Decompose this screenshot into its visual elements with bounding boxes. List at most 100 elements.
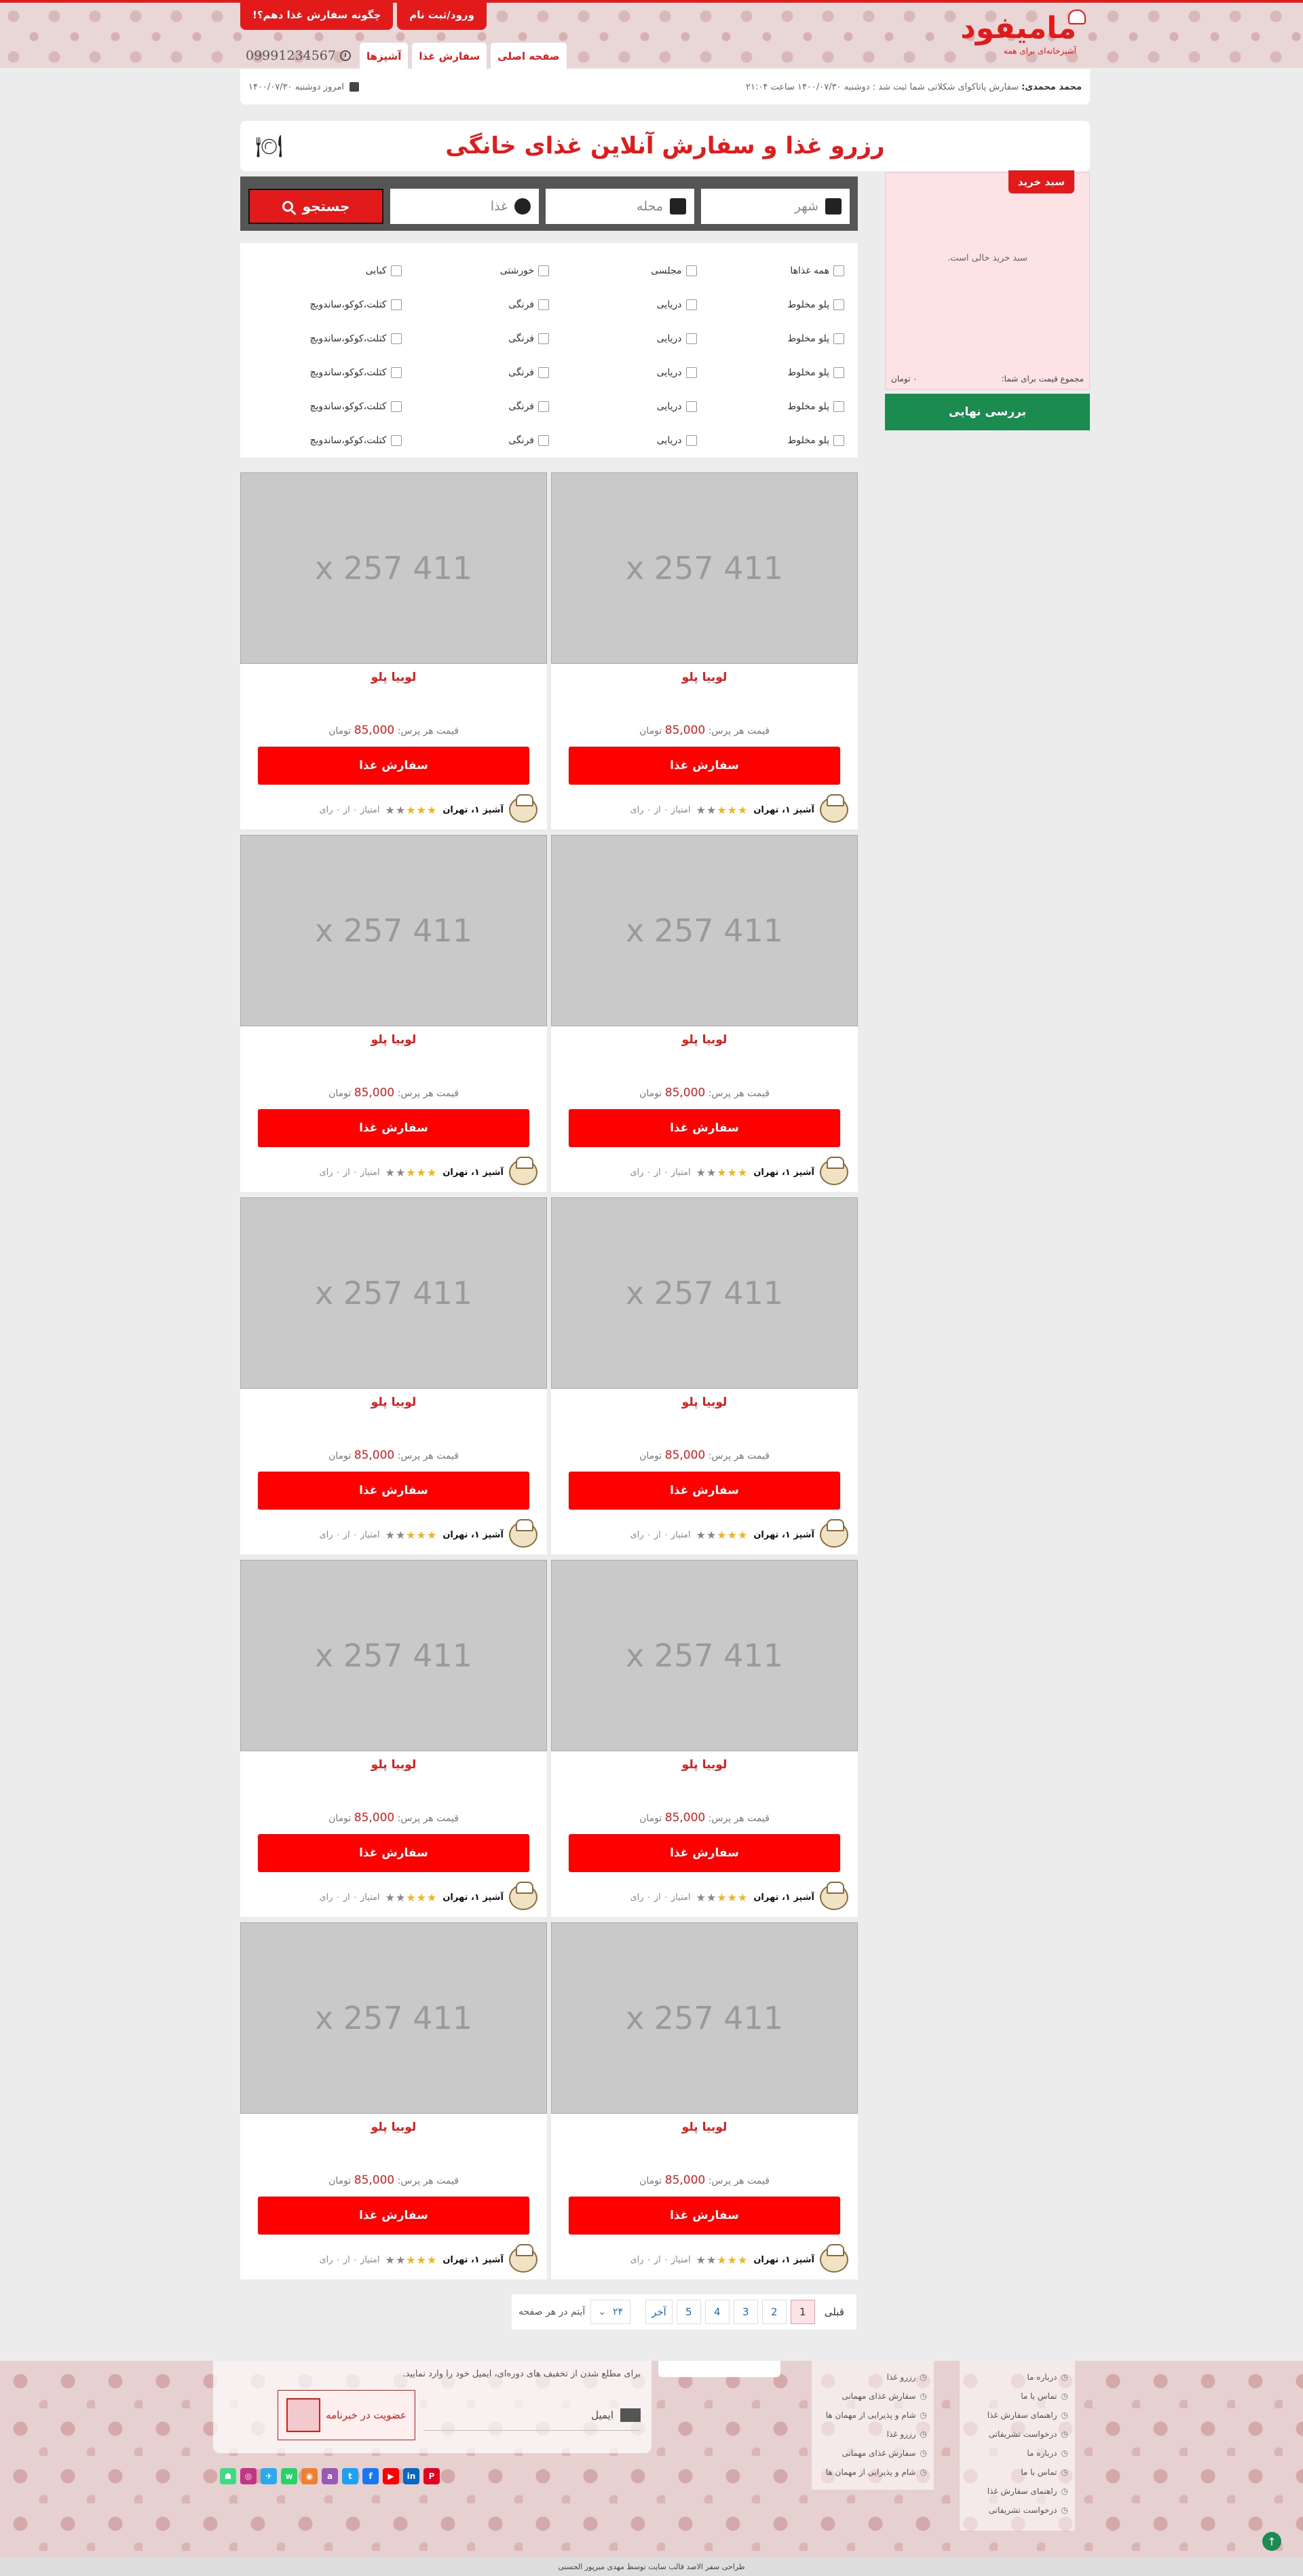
filter-option[interactable]: کتلت،کوکو،ساندویچ [254, 299, 402, 310]
product-image[interactable]: 411 x 257 [551, 1560, 858, 1751]
subscribe-button[interactable]: عضویت در خبرنامه [278, 2390, 415, 2440]
checkbox[interactable] [833, 367, 844, 378]
page-2[interactable]: 2 [761, 2300, 787, 2324]
checkbox[interactable] [685, 333, 697, 344]
product-name[interactable]: لوبیا پلو [240, 1396, 547, 1409]
cook-name[interactable]: آشپز ۱، تهران [442, 1530, 504, 1540]
checkbox[interactable] [390, 299, 402, 310]
youtube-icon[interactable]: ▶ [383, 2468, 399, 2484]
filter-option[interactable]: پلو مخلوط [697, 333, 844, 344]
cook-name[interactable]: آشپز ۱، تهران [442, 2255, 504, 2265]
android-icon[interactable]: ☗ [220, 2468, 236, 2484]
filter-option[interactable]: فرنگی [402, 435, 549, 446]
back-to-top-icon[interactable]: ↑ [1262, 2532, 1281, 2551]
checkbox[interactable] [390, 367, 402, 378]
checkbox[interactable] [538, 435, 549, 446]
footer-link[interactable]: درخواست تشریفاتی [966, 2425, 1068, 2444]
filter-option[interactable]: فرنگی [402, 333, 549, 344]
chef-avatar-icon[interactable] [509, 1882, 537, 1910]
order-food-button[interactable]: سفارش غذا [569, 1834, 840, 1872]
district-select[interactable]: محله [546, 189, 694, 224]
filter-option[interactable]: دریایی [549, 401, 697, 412]
checkbox[interactable] [538, 367, 549, 378]
cook-name[interactable]: آشپز ۱، تهران [442, 805, 504, 815]
product-image[interactable]: 411 x 257 [240, 472, 547, 664]
facebook-icon[interactable]: f [362, 2468, 379, 2484]
footer-link[interactable]: رزرو غذا [818, 2368, 927, 2387]
chef-avatar-icon[interactable] [509, 1519, 537, 1548]
cook-name[interactable]: آشپز ۱، تهران [753, 1892, 814, 1903]
product-name[interactable]: لوبیا پلو [551, 1033, 858, 1047]
footer-link[interactable]: سفارش غذای مهمانی [818, 2444, 927, 2463]
product-name[interactable]: لوبیا پلو [551, 2121, 858, 2134]
order-food-button[interactable]: سفارش غذا [258, 1472, 529, 1510]
filter-option[interactable]: دریایی [549, 367, 697, 378]
footer-link[interactable]: درخواست تشریفاتی [966, 2501, 1068, 2520]
telegram-icon[interactable]: ✈ [261, 2468, 277, 2484]
footer-link[interactable]: شام و پذیرایی از مهمان ها [818, 2463, 927, 2482]
filter-option[interactable]: دریایی [549, 435, 697, 446]
chef-avatar-icon[interactable] [509, 794, 537, 823]
cook-name[interactable]: آشپز ۱، تهران [753, 2255, 814, 2265]
cook-name[interactable]: آشپز ۱، تهران [442, 1892, 504, 1903]
page-3[interactable]: 3 [733, 2300, 758, 2324]
checkbox[interactable] [390, 265, 402, 276]
linkedin-icon[interactable]: in [403, 2468, 419, 2484]
product-image[interactable]: 411 x 257 [240, 1197, 547, 1389]
filter-option[interactable]: کتلت،کوکو،ساندویچ [254, 401, 402, 412]
footer-link[interactable]: راهنمای سفارش غذا [966, 2482, 1068, 2501]
checkbox[interactable] [833, 333, 844, 344]
prev-page[interactable]: قبلی [818, 2300, 850, 2324]
nav-cooks[interactable]: آشپزها [358, 42, 409, 69]
footer-link[interactable]: راهنمای سفارش غذا [966, 2406, 1068, 2425]
order-food-button[interactable]: سفارش غذا [569, 1472, 840, 1510]
checkbox[interactable] [390, 401, 402, 412]
chef-avatar-icon[interactable] [509, 2244, 537, 2273]
page-4[interactable]: 4 [704, 2300, 730, 2324]
cook-name[interactable]: آشپز ۱، تهران [442, 1168, 504, 1178]
filter-option[interactable]: فرنگی [402, 367, 549, 378]
email-field[interactable]: ایمیل [423, 2400, 641, 2431]
chef-avatar-icon[interactable] [820, 794, 848, 823]
product-image[interactable]: 411 x 257 [551, 1197, 858, 1389]
checkbox[interactable] [538, 333, 549, 344]
filter-option[interactable]: خورشتی [402, 265, 549, 276]
login-button[interactable]: ورود/ثبت نام [397, 0, 487, 30]
twitter-icon[interactable]: t [342, 2468, 358, 2484]
checkbox[interactable] [685, 299, 697, 310]
filter-option[interactable]: کتلت،کوکو،ساندویچ [254, 435, 402, 446]
checkbox[interactable] [538, 299, 549, 310]
checkbox[interactable] [390, 435, 402, 446]
checkbox[interactable] [538, 265, 549, 276]
cook-name[interactable]: آشپز ۱، تهران [753, 1530, 814, 1540]
filter-option[interactable]: کتلت،کوکو،ساندویچ [254, 333, 402, 344]
chef-avatar-icon[interactable] [820, 2244, 848, 2273]
checkbox[interactable] [685, 401, 697, 412]
order-food-button[interactable]: سفارش غذا [569, 2197, 840, 2235]
chef-avatar-icon[interactable] [509, 1157, 537, 1185]
filter-option[interactable]: دریایی [549, 299, 697, 310]
page-1[interactable]: 1 [790, 2300, 815, 2324]
filter-option[interactable]: پلو مخلوط [697, 435, 844, 446]
city-select[interactable]: شهر [701, 189, 850, 224]
page-5[interactable]: 5 [676, 2300, 701, 2324]
food-input[interactable]: غذا [390, 189, 539, 224]
product-name[interactable]: لوبیا پلو [240, 1758, 547, 1772]
footer-link[interactable]: درباره ما [966, 2368, 1068, 2387]
rss-icon[interactable]: ◉ [301, 2468, 318, 2484]
instagram-icon[interactable]: ◎ [240, 2468, 257, 2484]
checkbox[interactable] [833, 401, 844, 412]
filter-option[interactable]: دریایی [549, 333, 697, 344]
filter-option[interactable]: کتلت،کوکو،ساندویچ [254, 367, 402, 378]
product-name[interactable]: لوبیا پلو [551, 1758, 858, 1772]
filter-option[interactable]: فرنگی [402, 299, 549, 310]
footer-link[interactable]: درباره ما [966, 2444, 1068, 2463]
footer-link[interactable]: تماس با ما [966, 2387, 1068, 2406]
site-logo[interactable]: مامیفود آشپزخانه‌ای برای همه [960, 7, 1090, 61]
filter-option[interactable]: کبابی [254, 265, 402, 276]
checkbox[interactable] [538, 401, 549, 412]
cook-name[interactable]: آشپز ۱، تهران [753, 805, 814, 815]
product-image[interactable]: 411 x 257 [551, 472, 858, 664]
filter-option[interactable]: مجلسی [549, 265, 697, 276]
product-image[interactable]: 411 x 257 [240, 1560, 547, 1751]
